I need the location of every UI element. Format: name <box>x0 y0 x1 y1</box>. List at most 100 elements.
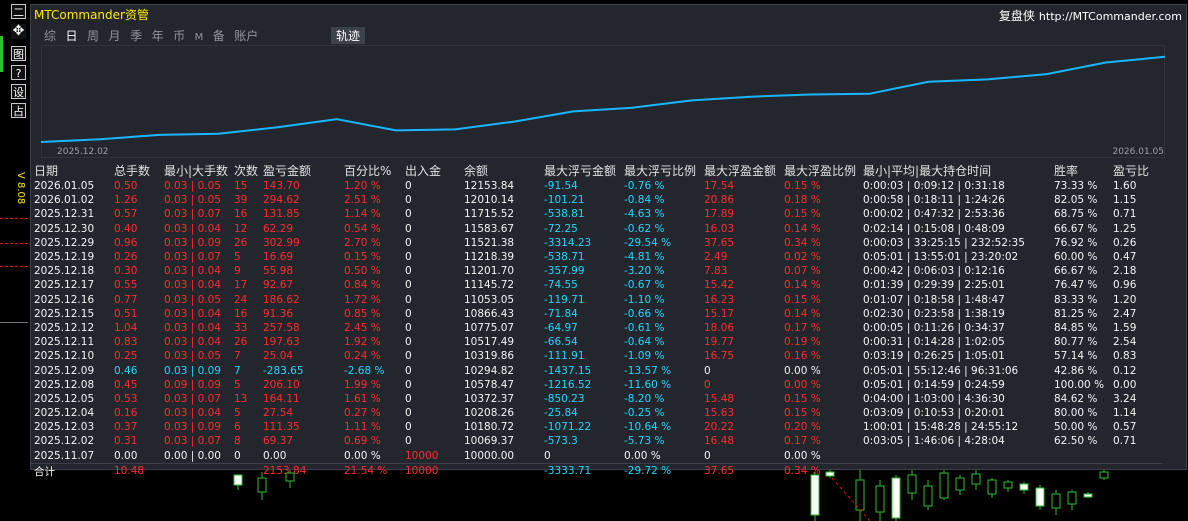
table-cell: 19.77 <box>704 336 735 349</box>
tab-year[interactable]: 年 <box>152 27 164 44</box>
table-cell: -0.61 % <box>624 321 665 334</box>
minimize-icon[interactable]: 二 <box>11 4 26 19</box>
tab-currency[interactable]: 币 <box>173 27 185 44</box>
record-icon[interactable]: 图 <box>11 46 26 61</box>
table-cell: 10294.82 <box>464 364 515 377</box>
column-header[interactable]: 胜率 <box>1054 162 1113 179</box>
table-cell: 1.25 <box>1113 222 1137 235</box>
table-cell: 0.96 <box>114 236 138 249</box>
table-row[interactable]: 2025.12.19 0.26 0.03 | 0.07 5 16.69 0.15 % 0 11… <box>31 250 1163 264</box>
column-header[interactable]: 盈亏金额 <box>263 162 344 179</box>
tab-magic[interactable]: M <box>195 32 204 43</box>
table-row[interactable]: 2025.11.07 0.00 0.00 | 0.00 0 0.00 0.00 % 1000… <box>31 449 1163 464</box>
table-cell: 0.14 % <box>784 222 821 235</box>
table-cell: 0.15 % <box>784 407 821 420</box>
table-cell: 16.75 <box>704 350 735 363</box>
table-row[interactable]: 2026.01.02 1.26 0.03 | 0.05 39 294.62 2.51 % 0… <box>31 193 1163 207</box>
table-cell: 0.15 % <box>784 208 821 221</box>
table-cell: 0.03 | 0.07 <box>164 392 221 405</box>
equity-point <box>513 120 516 123</box>
table-cell: 0 <box>405 421 412 434</box>
table-row[interactable]: 2025.12.18 0.30 0.03 | 0.04 9 55.98 0.50 % 0 11… <box>31 264 1163 278</box>
table-row[interactable]: 2025.12.02 0.31 0.03 | 0.07 8 69.37 0.69 % 0 10… <box>31 434 1163 448</box>
table-cell: 0.50 <box>114 180 138 193</box>
column-header[interactable]: 余额 <box>464 162 544 179</box>
table-cell: 2025.12.17 <box>34 279 95 292</box>
table-row[interactable]: 2025.12.15 0.51 0.03 | 0.04 16 91.36 0.85 % 0 1… <box>31 307 1163 321</box>
candle-body <box>1099 471 1109 479</box>
table-row[interactable]: 2025.12.11 0.83 0.03 | 0.04 26 197.63 1.92 % 0… <box>31 335 1163 349</box>
table-cell: -66.54 <box>544 336 578 349</box>
column-header[interactable]: 次数 <box>234 162 263 179</box>
table-cell: 0:00:02 | 0:47:32 | 2:53:36 <box>863 208 1005 221</box>
equity-point <box>809 93 811 96</box>
table-row[interactable]: 2025.12.17 0.55 0.03 | 0.04 17 92.67 0.84 % 0 1… <box>31 278 1163 292</box>
table-cell: 0 <box>405 180 412 193</box>
table-cell: 206.10 <box>263 378 300 391</box>
table-cell: 0.15 % <box>784 180 821 193</box>
table-cell: -573.3 <box>544 435 578 448</box>
table-cell: 1.61 % <box>344 392 381 405</box>
tab-account[interactable]: 账户 <box>234 27 258 44</box>
settings-icon[interactable]: 设 <box>11 84 26 99</box>
move-icon[interactable]: ✥ <box>11 24 26 39</box>
tab-trajectory[interactable]: 轨迹 <box>331 27 366 44</box>
help-icon[interactable]: ? <box>11 65 26 80</box>
table-row[interactable]: 2025.12.04 0.16 0.03 | 0.04 5 27.54 0.27 % 0 10… <box>31 406 1163 420</box>
reset-icon[interactable]: 占 <box>11 103 26 118</box>
tab-comment[interactable]: 备 <box>213 27 225 44</box>
column-header[interactable]: 最小|大手数 <box>164 162 234 179</box>
table-cell: -25.84 <box>544 407 578 420</box>
table-cell: 16 <box>234 307 248 320</box>
table-row[interactable]: 2025.12.09 0.46 0.03 | 0.09 7 -283.65 -2.68 %… <box>31 363 1163 377</box>
table-cell: 0.14 % <box>784 279 821 292</box>
table-cell: 0 <box>405 194 412 207</box>
table-cell: 15 <box>234 180 248 193</box>
tab-quarter[interactable]: 季 <box>130 27 142 44</box>
table-row[interactable]: 2025.12.12 1.04 0.03 | 0.04 33 257.58 2.45 % 0… <box>31 321 1163 335</box>
brand-url[interactable]: http://MTCommander.com <box>1039 10 1182 23</box>
table-cell: 33 <box>234 321 248 334</box>
equity-point <box>1045 73 1048 75</box>
table-row[interactable]: 2025.12.03 0.37 0.03 | 0.09 6 111.35 1.11 % 0 1… <box>31 420 1163 434</box>
tab-day[interactable]: 日 <box>66 27 78 44</box>
table-row[interactable]: 2025.12.16 0.77 0.03 | 0.05 24 186.62 1.72 % 0… <box>31 293 1163 307</box>
column-header[interactable]: 百分比% <box>344 162 405 179</box>
table-cell: -538.71 <box>544 251 585 264</box>
table-cell <box>1113 449 1163 464</box>
table-row[interactable]: 2025.12.30 0.40 0.03 | 0.04 12 62.29 0.54 % 0 1… <box>31 222 1163 236</box>
table-row[interactable]: 2025.12.05 0.53 0.03 | 0.07 13 164.11 1.61 % 0… <box>31 392 1163 406</box>
tab-overview[interactable]: 综 <box>44 27 56 44</box>
table-cell: 2025.12.31 <box>34 208 95 221</box>
table-cell: 15.42 <box>704 279 735 292</box>
column-header[interactable]: 出入金 <box>405 162 464 179</box>
tab-month[interactable]: 月 <box>109 27 121 44</box>
table-row[interactable]: 2025.12.10 0.25 0.03 | 0.05 7 25.04 0.24 % 0 10… <box>31 349 1163 363</box>
table-cell: 0 <box>405 435 412 448</box>
table-cell <box>1054 449 1113 464</box>
column-header[interactable]: 最小|平均|最大持仓时间 <box>863 162 1054 179</box>
column-header[interactable]: 最大浮盈比例 <box>784 162 863 179</box>
table-cell: 164.11 <box>263 392 300 405</box>
table-cell: 2.54 <box>1113 336 1137 349</box>
column-header[interactable]: 总手数 <box>114 162 164 179</box>
column-header[interactable]: 最大浮盈金额 <box>704 162 784 179</box>
table-cell: 0.03 | 0.05 <box>164 194 221 207</box>
table-row[interactable]: 2025.12.29 0.96 0.03 | 0.09 26 302.99 2.70 % 0… <box>31 236 1163 250</box>
column-header[interactable]: 最大浮亏金额 <box>544 162 624 179</box>
table-row[interactable]: 2025.12.31 0.57 0.03 | 0.07 16 131.85 1.14 % 0… <box>31 207 1163 221</box>
table-cell: -72.25 <box>544 222 578 235</box>
candle-body <box>1003 481 1013 489</box>
column-header[interactable]: 盈亏比 <box>1113 162 1163 179</box>
table-cell: 2025.12.29 <box>34 236 95 249</box>
column-header[interactable]: 最大浮亏比例 <box>624 162 704 179</box>
table-row[interactable]: 2026.01.05 0.50 0.03 | 0.05 15 143.70 1.20 % 0… <box>31 179 1163 193</box>
table-cell: 11583.67 <box>464 222 515 235</box>
table-cell: 0.57 <box>1113 421 1137 434</box>
table-cell: 62.50 % <box>1054 435 1098 448</box>
table-cell: 0 <box>405 336 412 349</box>
column-header[interactable]: 日期 <box>31 162 114 179</box>
table-row[interactable]: 2025.12.08 0.45 0.09 | 0.09 5 206.10 1.99 % 0 1… <box>31 378 1163 392</box>
table-cell: 0.03 | 0.09 <box>164 421 221 434</box>
tab-week[interactable]: 周 <box>87 27 99 44</box>
